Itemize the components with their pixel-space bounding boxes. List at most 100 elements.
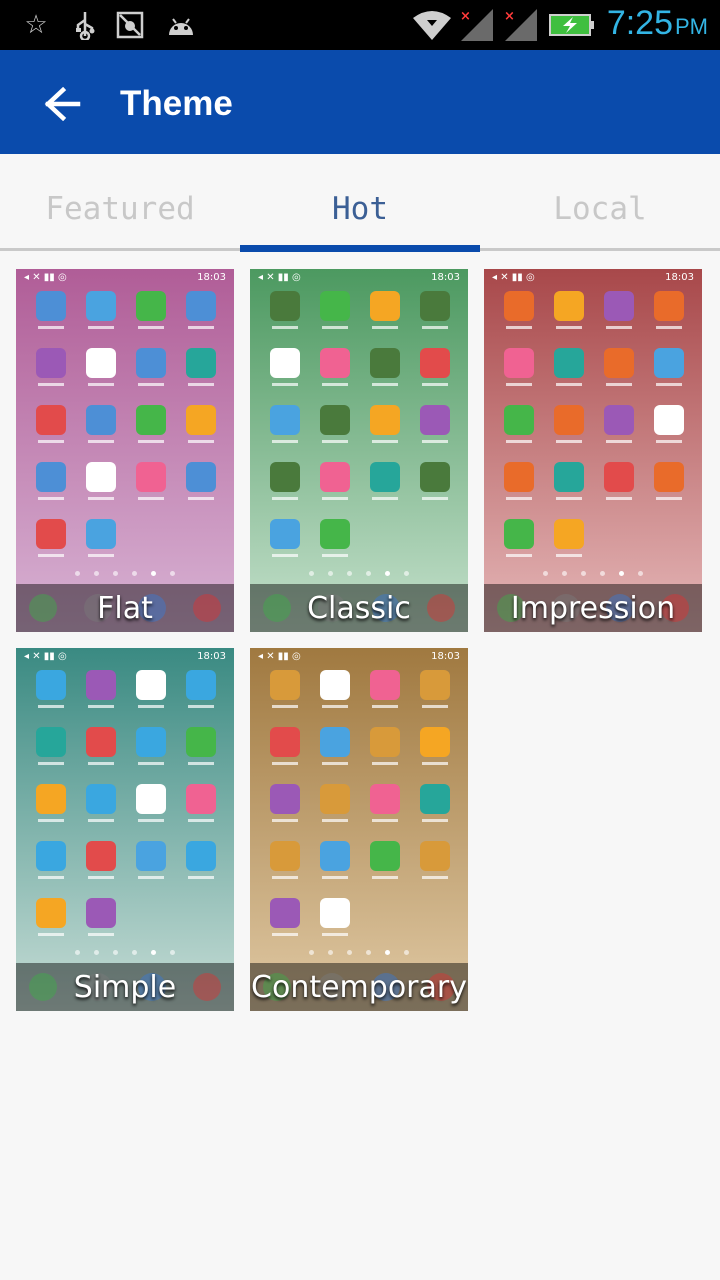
clock: 7:25PM: [606, 4, 708, 42]
preview-app-icon: [310, 727, 360, 784]
preview-app-icon: [176, 291, 226, 348]
preview-app-icon: [594, 405, 644, 462]
arrow-back-icon: [44, 87, 81, 121]
preview-app-icon: [360, 841, 410, 898]
preview-page-indicator: [16, 950, 234, 955]
tab-local[interactable]: Local: [480, 154, 720, 252]
preview-page-indicator: [16, 571, 234, 576]
preview-app-icon: [494, 405, 544, 462]
preview-status-bar: ◂ ✕ ▮▮ ◎ 18:03: [16, 269, 234, 285]
preview-app-icon: [410, 784, 460, 841]
preview-app-icon: [360, 405, 410, 462]
preview-app-icon: [310, 291, 360, 348]
usb-icon: [70, 10, 100, 40]
svg-text:×: ×: [460, 9, 471, 24]
preview-app-icon: [26, 841, 76, 898]
preview-app-icon: [126, 670, 176, 727]
preview-app-icon: [76, 784, 126, 841]
preview-app-icon: [644, 348, 694, 405]
preview-app-grid: [26, 291, 226, 576]
theme-card-simple[interactable]: ◂ ✕ ▮▮ ◎ 18:03 Simple: [16, 648, 234, 1011]
preview-app-icon: [26, 670, 76, 727]
preview-time: 18:03: [431, 650, 460, 662]
preview-status-icons: ◂ ✕ ▮▮ ◎: [24, 271, 67, 283]
preview-app-icon: [176, 727, 226, 784]
preview-app-icon: [410, 462, 460, 519]
preview-app-icon: [26, 898, 76, 955]
preview-app-icon: [410, 727, 460, 784]
theme-name: Contemporary: [251, 970, 467, 1005]
preview-app-icon: [360, 670, 410, 727]
theme-card-classic[interactable]: ◂ ✕ ▮▮ ◎ 18:03 Classic: [250, 269, 468, 632]
preview-app-icon: [76, 898, 126, 955]
preview-app-icon: [176, 841, 226, 898]
debug-icon: [115, 10, 145, 40]
signal-icon: ×: [458, 9, 496, 41]
preview-app-icon: [260, 462, 310, 519]
preview-status-bar: ◂ ✕ ▮▮ ◎ 18:03: [250, 648, 468, 664]
tab-indicator: [240, 245, 480, 252]
preview-app-icon: [544, 519, 594, 576]
preview-status-bar: ◂ ✕ ▮▮ ◎ 18:03: [484, 269, 702, 285]
preview-app-icon: [494, 462, 544, 519]
preview-app-icon: [176, 670, 226, 727]
preview-app-icon: [126, 462, 176, 519]
preview-app-icon: [76, 519, 126, 576]
preview-app-icon: [310, 348, 360, 405]
preview-app-icon: [76, 291, 126, 348]
preview-app-icon: [644, 462, 694, 519]
star-icon: ☆: [24, 10, 48, 40]
preview-app-icon: [126, 727, 176, 784]
preview-app-icon: [26, 784, 76, 841]
preview-app-grid: [260, 670, 460, 955]
preview-app-icon: [260, 841, 310, 898]
app-bar: Theme: [0, 50, 720, 154]
preview-app-icon: [644, 291, 694, 348]
preview-app-icon: [494, 348, 544, 405]
preview-app-icon: [544, 405, 594, 462]
android-icon: [165, 10, 197, 40]
tab-featured[interactable]: Featured: [0, 154, 240, 252]
theme-card-flat[interactable]: ◂ ✕ ▮▮ ◎ 18:03 Flat: [16, 269, 234, 632]
tab-bar: Featured Hot Local: [0, 154, 720, 252]
preview-app-icon: [76, 841, 126, 898]
preview-app-icon: [310, 784, 360, 841]
svg-text:×: ×: [504, 9, 515, 24]
theme-card-impression[interactable]: ◂ ✕ ▮▮ ◎ 18:03 Impression: [484, 269, 702, 632]
preview-app-icon: [76, 462, 126, 519]
preview-app-icon: [76, 348, 126, 405]
preview-app-icon: [494, 519, 544, 576]
preview-app-icon: [26, 519, 76, 576]
preview-app-icon: [76, 670, 126, 727]
theme-name: Classic: [307, 591, 411, 626]
preview-status-bar: ◂ ✕ ▮▮ ◎ 18:03: [250, 269, 468, 285]
preview-app-icon: [310, 898, 360, 955]
preview-app-icon: [260, 670, 310, 727]
tab-hot[interactable]: Hot: [240, 154, 480, 252]
theme-card-contemporary[interactable]: ◂ ✕ ▮▮ ◎ 18:03 Contemporary: [250, 648, 468, 1011]
preview-app-icon: [410, 670, 460, 727]
preview-time: 18:03: [197, 650, 226, 662]
theme-name: Impression: [510, 591, 676, 626]
preview-app-icon: [494, 291, 544, 348]
preview-app-icon: [410, 405, 460, 462]
back-button[interactable]: [30, 72, 94, 136]
preview-app-icon: [26, 727, 76, 784]
preview-app-icon: [310, 841, 360, 898]
preview-app-icon: [126, 348, 176, 405]
preview-app-icon: [126, 405, 176, 462]
preview-app-icon: [360, 348, 410, 405]
preview-time: 18:03: [665, 271, 694, 283]
preview-status-icons: ◂ ✕ ▮▮ ◎: [24, 650, 67, 662]
theme-name: Flat: [97, 591, 153, 626]
preview-app-icon: [26, 405, 76, 462]
preview-app-icon: [594, 348, 644, 405]
preview-app-icon: [176, 462, 226, 519]
preview-app-icon: [126, 784, 176, 841]
preview-app-icon: [260, 348, 310, 405]
preview-app-icon: [26, 291, 76, 348]
preview-app-icon: [360, 784, 410, 841]
preview-app-icon: [260, 291, 310, 348]
preview-app-icon: [260, 519, 310, 576]
preview-status-bar: ◂ ✕ ▮▮ ◎ 18:03: [16, 648, 234, 664]
